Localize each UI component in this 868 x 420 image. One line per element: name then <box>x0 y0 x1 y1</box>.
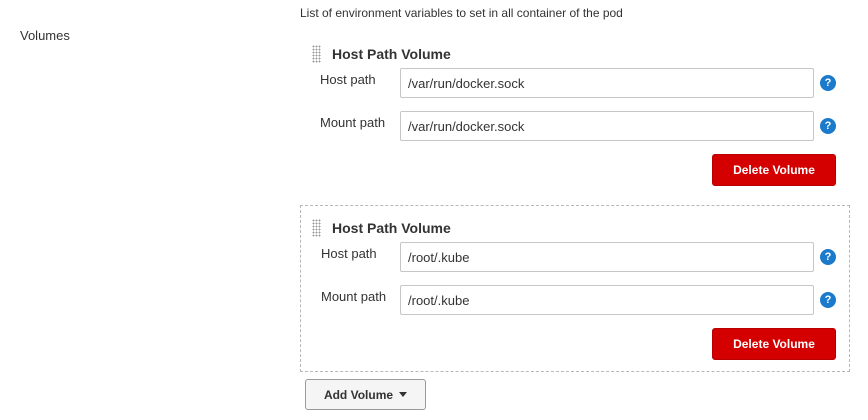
env-vars-description: List of environment variables to set in … <box>300 6 623 20</box>
volume-title: Host Path Volume <box>332 220 451 236</box>
host-path-volume-2: Host Path Volume Host path ? Mount path … <box>300 205 850 372</box>
mount-path-input[interactable] <box>400 285 814 315</box>
volume-title: Host Path Volume <box>332 46 451 62</box>
volumes-section-label: Volumes <box>20 28 70 43</box>
help-icon[interactable]: ? <box>820 118 836 134</box>
host-path-input[interactable] <box>400 68 814 98</box>
volume-header: Host Path Volume <box>312 44 451 64</box>
help-icon[interactable]: ? <box>820 249 836 265</box>
host-path-label: Host path <box>320 72 376 87</box>
mount-path-label: Mount path <box>321 289 387 304</box>
mount-path-label: Mount path <box>320 115 386 130</box>
volumes-config-page: List of environment variables to set in … <box>0 0 868 420</box>
add-volume-label: Add Volume <box>323 387 394 402</box>
drag-handle-icon[interactable] <box>312 45 321 63</box>
mount-path-input[interactable] <box>400 111 814 141</box>
delete-volume-button[interactable]: Delete Volume <box>712 328 836 360</box>
drag-handle-icon[interactable] <box>312 219 321 237</box>
host-path-label: Host path <box>321 246 377 261</box>
help-icon[interactable]: ? <box>820 292 836 308</box>
host-path-input[interactable] <box>400 242 814 272</box>
help-icon[interactable]: ? <box>820 75 836 91</box>
host-path-volume-1: Host Path Volume Host path ? Mount path … <box>300 38 850 196</box>
volume-header: Host Path Volume <box>312 218 451 238</box>
delete-volume-button[interactable]: Delete Volume <box>712 154 836 186</box>
caret-down-icon <box>399 392 408 397</box>
add-volume-button[interactable]: Add Volume <box>305 379 426 410</box>
